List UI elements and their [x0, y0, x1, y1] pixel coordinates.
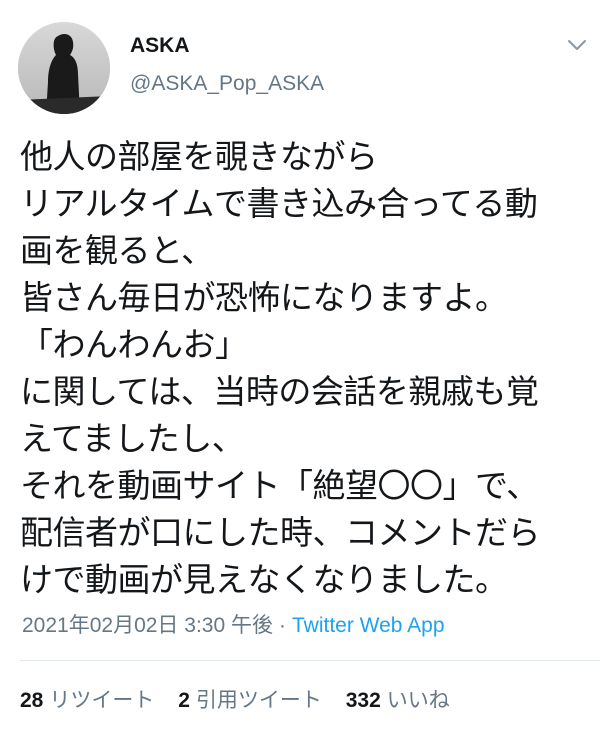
avatar[interactable] [18, 22, 110, 114]
divider [20, 660, 600, 661]
retweets-label: リツイート [49, 689, 155, 712]
likes-count: 332 [345, 689, 381, 712]
retweets-count: 28 [20, 689, 44, 712]
tweet-text-line: 他人の部屋を覗きながら [20, 137, 378, 176]
tweet-text-line: リアルタイムで書き込み合ってる動 [20, 184, 538, 223]
tweet-timestamp[interactable]: 2021年02月02日 3:30 午後 [22, 614, 273, 637]
tweet-meta: 2021年02月02日 3:30 午後 · Twitter Web App [22, 609, 445, 639]
tweet-text-line: それを動画サイト「絶望〇〇」で、 [20, 466, 539, 505]
display-name[interactable]: ASKA [130, 34, 190, 58]
tweet-text-line: けで動画が見えなくなりました。 [20, 560, 508, 599]
user-handle[interactable]: @ASKA_Pop_ASKA [130, 72, 324, 96]
meta-separator: · [278, 614, 286, 637]
tweet-text-line: えてましたし、 [20, 419, 245, 458]
tweet-text-line: に関しては、当時の会話を親戚も覚 [20, 372, 539, 411]
avatar-silhouette-icon [18, 22, 110, 114]
tweet-text: 他人の部屋を覗きながら リアルタイムで書き込み合ってる動 画を観ると、 皆さん毎… [20, 133, 588, 603]
retweets-stat[interactable]: 28 リツイート [20, 684, 154, 714]
tweet-stats: 28 リツイート 2 引用ツイート 332 いいね [20, 684, 468, 714]
quotes-stat[interactable]: 2 引用ツイート [178, 684, 322, 714]
tweet-source-link[interactable]: Twitter Web App [292, 614, 445, 637]
tweet-text-line: 皆さん毎日が恐怖になりますよ。 [20, 278, 508, 317]
tweet-text-line: 配信者が口にした時、コメントだら [20, 513, 541, 552]
tweet-header: ASKA @ASKA_Pop_ASKA [0, 0, 600, 130]
tweet-detail: ASKA @ASKA_Pop_ASKA 他人の部屋を覗きながら リアルタイムで書… [0, 0, 600, 734]
likes-stat[interactable]: 332 いいね [346, 684, 450, 714]
likes-label: いいね [386, 689, 450, 712]
tweet-text-line: 「わんわんお」 [20, 325, 248, 364]
quotes-count: 2 [178, 689, 190, 712]
tweet-text-line: 画を観ると、 [20, 231, 214, 270]
quotes-label: 引用ツイート [195, 689, 322, 712]
chevron-down-icon[interactable] [566, 36, 588, 54]
